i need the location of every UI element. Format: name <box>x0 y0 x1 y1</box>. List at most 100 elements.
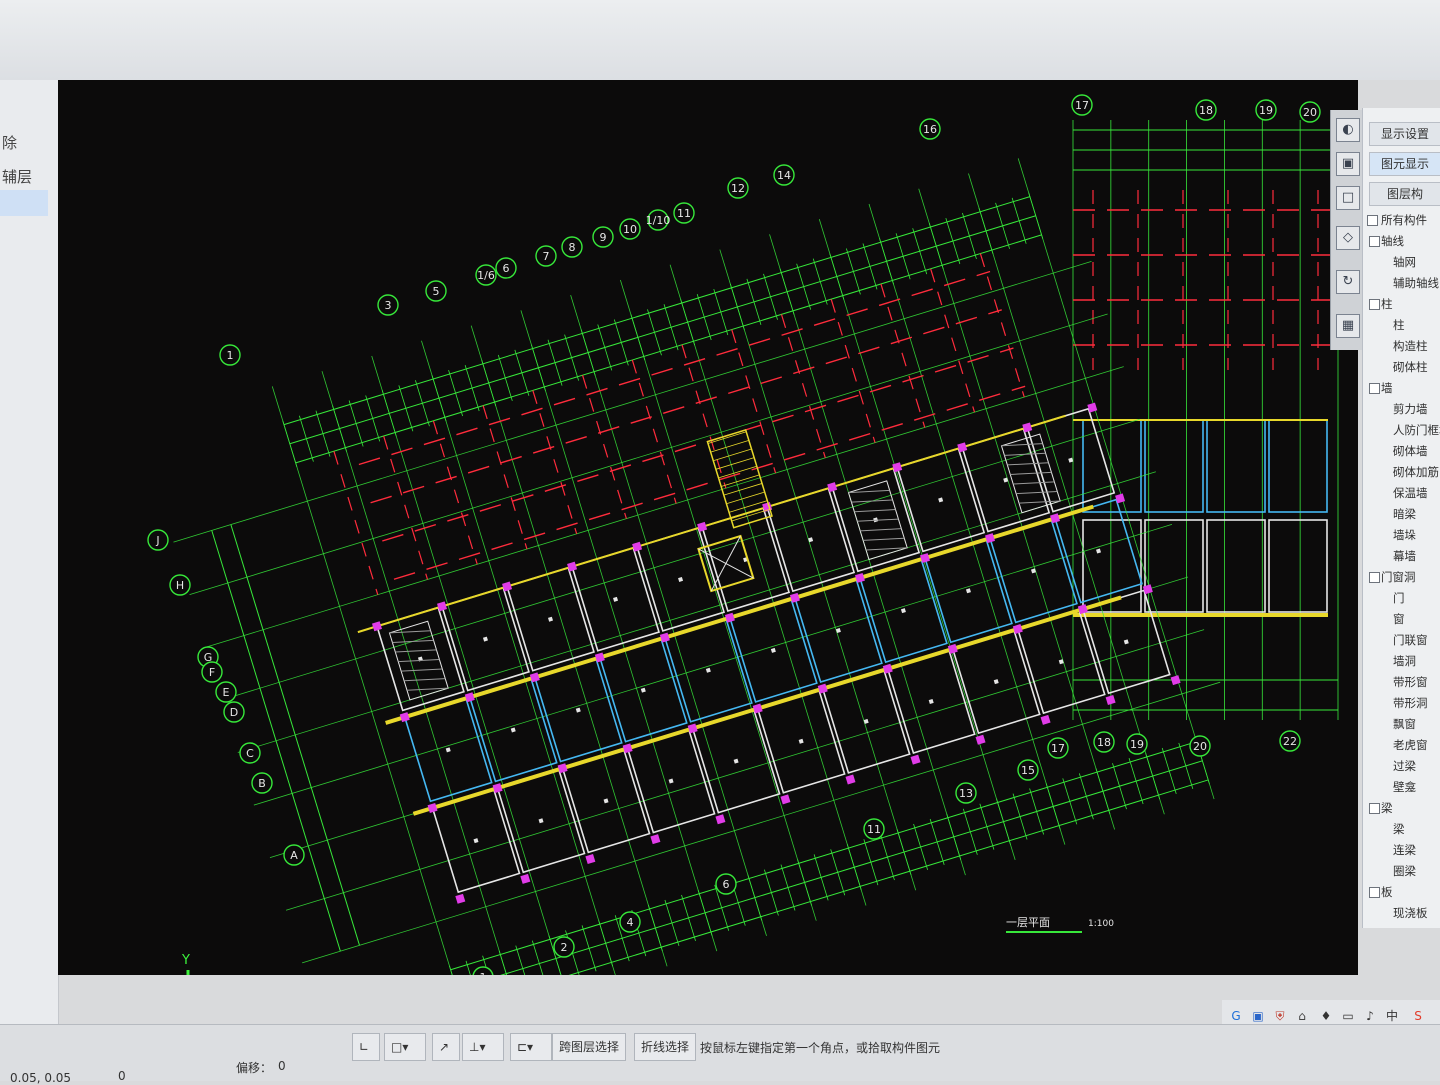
tree-item[interactable]: 暗梁 <box>1393 506 1416 522</box>
tree-item[interactable]: 剪力墙 <box>1393 401 1428 417</box>
tree-item[interactable]: 幕墙 <box>1393 548 1416 564</box>
shield-icon[interactable]: ⛨ <box>1272 1008 1288 1024</box>
offset-value[interactable]: 0 <box>278 1059 286 1073</box>
dimension-tick <box>630 314 646 361</box>
dimension-tick <box>929 818 945 865</box>
axis-bubble-label: 1/6 <box>477 269 495 282</box>
tree-item[interactable]: 柱 <box>1393 317 1405 333</box>
network-icon[interactable]: ⌂ <box>1294 1008 1310 1024</box>
tab-display-settings[interactable]: 显示设置 <box>1369 122 1440 146</box>
app-icon[interactable]: ▣ <box>1250 1008 1266 1024</box>
tree-item[interactable]: 构造柱 <box>1393 338 1428 354</box>
hatch-line <box>857 518 899 522</box>
tab-layer[interactable]: 图层构 <box>1369 182 1440 206</box>
tree-item[interactable]: 轴线 <box>1381 233 1404 249</box>
left-panel-selected-row[interactable] <box>0 190 48 216</box>
column <box>1040 714 1051 725</box>
ime-icon[interactable]: 中 <box>1384 1008 1400 1024</box>
tree-expand-icon[interactable] <box>1369 887 1380 898</box>
dimension-tick <box>928 223 944 270</box>
axis-bubble-label: D <box>230 706 238 719</box>
cad-drawing-canvas[interactable]: 1351/66789101/1011121416JHGFEDCBA1246111… <box>58 80 1358 975</box>
tree-item[interactable]: 门联窗 <box>1393 632 1428 648</box>
tree-item[interactable]: 梁 <box>1393 821 1405 837</box>
dimension-tick <box>1112 763 1127 810</box>
tree-item[interactable]: 壁龛 <box>1393 779 1416 795</box>
axis-bubble-top: 1/10 <box>646 209 670 231</box>
osnap-dropdown[interactable]: ⊥▾ <box>462 1033 504 1061</box>
tree-expand-icon[interactable] <box>1369 803 1380 814</box>
browser-icon[interactable]: G <box>1228 1008 1244 1024</box>
grid-dash-line <box>780 314 826 458</box>
tree-item[interactable]: 门窗洞 <box>1381 569 1416 585</box>
tree-item[interactable]: 带形洞 <box>1393 695 1428 711</box>
tree-item[interactable]: 门 <box>1393 590 1405 606</box>
ortho-toggle[interactable]: ∟ <box>352 1033 380 1061</box>
tree-expand-icon[interactable] <box>1369 383 1380 394</box>
polar-toggle[interactable]: ↗ <box>432 1033 460 1061</box>
fit-view-icon[interactable]: ▦ <box>1336 314 1360 338</box>
tree-item[interactable]: 人防门框墙 <box>1393 422 1440 438</box>
tree-item[interactable]: 梁 <box>1381 800 1393 816</box>
display-icon[interactable]: ▭ <box>1340 1008 1356 1024</box>
stair-step <box>707 431 747 444</box>
tree-expand-icon[interactable] <box>1369 572 1380 583</box>
tree-expand-icon[interactable] <box>1369 236 1380 247</box>
grid-dash-line <box>880 283 926 428</box>
tree-item[interactable]: 柱 <box>1381 296 1393 312</box>
view-iso-icon[interactable]: ◇ <box>1336 226 1360 250</box>
tree-item[interactable]: 轴网 <box>1393 254 1416 270</box>
tree-item[interactable]: 辅助轴线 <box>1393 275 1439 291</box>
dimension-tick <box>1028 192 1044 239</box>
tree-expand-icon[interactable] <box>1367 215 1378 226</box>
tree-item[interactable]: 圈梁 <box>1393 863 1416 879</box>
volume-icon[interactable]: ♪ <box>1362 1008 1378 1024</box>
tree-item[interactable]: 墙 <box>1381 380 1393 396</box>
axis-bubble-label: 7 <box>543 250 550 263</box>
room-marker <box>668 778 674 784</box>
axis-bubble-label: 20 <box>1303 106 1317 119</box>
tree-item[interactable]: 窗 <box>1393 611 1405 627</box>
tree-expand-icon[interactable] <box>1369 299 1380 310</box>
tree-item[interactable]: 带形窗 <box>1393 674 1428 690</box>
hatch-line <box>851 499 893 503</box>
snap-dropdown[interactable]: □▾ <box>384 1033 426 1061</box>
tree-item[interactable]: 过梁 <box>1393 758 1416 774</box>
dimension-line <box>450 741 1197 971</box>
polyline-select-button[interactable]: 折线选择 <box>634 1033 697 1061</box>
tree-item[interactable]: 老虎窗 <box>1393 737 1428 753</box>
tree-item[interactable]: 砌体加筋 <box>1393 464 1439 480</box>
tree-item[interactable]: 砌体柱 <box>1393 359 1428 375</box>
security-icon[interactable]: ♦ <box>1318 1008 1334 1024</box>
tree-item[interactable]: 现浇板 <box>1393 905 1428 921</box>
axis-line <box>321 371 519 975</box>
tree-item[interactable]: 保温墙 <box>1393 485 1428 501</box>
dimension-tick <box>531 940 547 975</box>
view-3d-icon[interactable]: ▣ <box>1336 152 1360 176</box>
left-panel-item-delete[interactable]: 除 <box>2 132 17 153</box>
orbit-icon[interactable]: ◐ <box>1336 118 1360 142</box>
tree-item[interactable]: 连梁 <box>1393 842 1416 858</box>
tree-item[interactable]: 砌体墙 <box>1393 443 1428 459</box>
tree-item[interactable]: 所有构件 <box>1381 212 1427 228</box>
tab-element-display[interactable]: 图元显示 <box>1369 152 1440 176</box>
floor-plan-drawing[interactable]: 1351/66789101/1011121416JHGFEDCBA1246111… <box>58 80 1358 975</box>
dimension-tick <box>564 334 580 381</box>
grid-dash-line <box>930 268 976 413</box>
tree-item[interactable]: 墙洞 <box>1393 653 1416 669</box>
left-panel-item-layer[interactable]: 辅层 <box>2 166 32 187</box>
view-top-icon[interactable]: □ <box>1336 186 1360 210</box>
tree-item[interactable]: 墙垛 <box>1393 527 1416 543</box>
axis-line <box>302 681 1221 964</box>
sogou-icon[interactable]: S <box>1410 1008 1426 1024</box>
tree-item[interactable]: 飘窗 <box>1393 716 1416 732</box>
axis-bubble-top: 12 <box>727 177 749 199</box>
cross-layer-select-button[interactable]: 跨图层选择 <box>552 1033 627 1061</box>
hatch-line <box>406 687 449 691</box>
rotate-icon[interactable]: ↻ <box>1336 270 1360 294</box>
tree-item[interactable]: 板 <box>1381 884 1393 900</box>
axis-bubble-label: 12 <box>731 182 745 195</box>
dyn-dropdown[interactable]: ⊏▾ <box>510 1033 552 1061</box>
axis-bubble-label: A <box>290 849 298 862</box>
dimension-tick <box>282 420 298 467</box>
